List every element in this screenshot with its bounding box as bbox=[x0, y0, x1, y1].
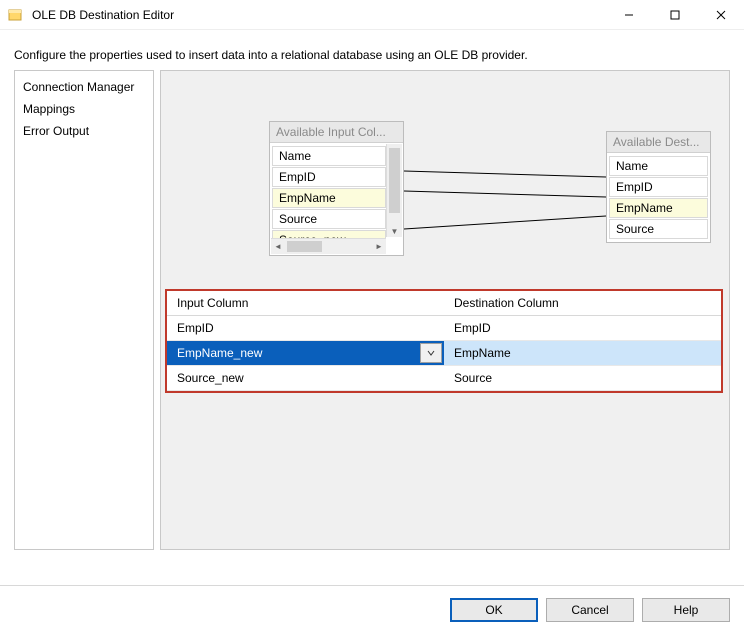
grid-cell-dest[interactable]: EmpName bbox=[444, 341, 721, 366]
nav-error-output[interactable]: Error Output bbox=[21, 121, 147, 141]
grid-cell-input-dropdown[interactable]: EmpName_new bbox=[167, 341, 444, 366]
nav-mappings[interactable]: Mappings bbox=[21, 99, 147, 119]
grid-header-input[interactable]: Input Column bbox=[167, 291, 444, 316]
scroll-down-icon[interactable]: ▼ bbox=[387, 224, 402, 238]
nav-connection-manager[interactable]: Connection Manager bbox=[21, 77, 147, 97]
grid-cell-value: EmpName_new bbox=[177, 346, 262, 360]
maximize-button[interactable] bbox=[652, 0, 698, 30]
input-col-item[interactable]: EmpName bbox=[272, 188, 386, 208]
input-vscrollbar[interactable]: ▲ ▼ bbox=[386, 144, 402, 237]
input-list-title: Available Input Col... bbox=[270, 122, 403, 143]
grid-cell-dest[interactable]: EmpID bbox=[444, 316, 721, 341]
grid-cell-dest[interactable]: Source bbox=[444, 366, 721, 391]
input-col-item[interactable]: EmpID bbox=[272, 167, 386, 187]
available-destination-columns[interactable]: Available Dest... Name EmpID EmpName Sou… bbox=[606, 131, 711, 243]
app-icon bbox=[8, 7, 24, 23]
chevron-down-icon[interactable] bbox=[420, 343, 442, 363]
grid-cell-input[interactable]: Source_new bbox=[167, 366, 444, 391]
scroll-right-icon[interactable]: ► bbox=[372, 242, 386, 251]
mapping-grid[interactable]: Input Column Destination Column EmpID Em… bbox=[167, 291, 721, 391]
grid-cell-input[interactable]: EmpID bbox=[167, 316, 444, 341]
dest-col-item[interactable]: EmpID bbox=[609, 177, 708, 197]
mapping-grid-highlight: Input Column Destination Column EmpID Em… bbox=[165, 289, 723, 393]
grid-row[interactable]: EmpID EmpID bbox=[167, 316, 721, 341]
input-col-item[interactable]: Name bbox=[272, 146, 386, 166]
main-panel: Available Input Col... Name EmpID EmpNam… bbox=[160, 70, 730, 550]
dest-col-item[interactable]: Source bbox=[609, 219, 708, 239]
nav-panel: Connection Manager Mappings Error Output bbox=[14, 70, 154, 550]
input-col-item[interactable]: Source bbox=[272, 209, 386, 229]
ok-button[interactable]: OK bbox=[450, 598, 538, 622]
minimize-button[interactable] bbox=[606, 0, 652, 30]
dest-list-title: Available Dest... bbox=[607, 132, 710, 153]
close-button[interactable] bbox=[698, 0, 744, 30]
scroll-thumb[interactable] bbox=[389, 148, 400, 213]
cancel-button[interactable]: Cancel bbox=[546, 598, 634, 622]
grid-row[interactable]: Source_new Source bbox=[167, 366, 721, 391]
grid-header-dest[interactable]: Destination Column bbox=[444, 291, 721, 316]
input-hscrollbar[interactable]: ◄ ► bbox=[271, 238, 386, 254]
dialog-subtitle: Configure the properties used to insert … bbox=[0, 30, 744, 70]
dialog-footer: OK Cancel Help bbox=[0, 585, 744, 633]
help-button[interactable]: Help bbox=[642, 598, 730, 622]
available-input-columns[interactable]: Available Input Col... Name EmpID EmpNam… bbox=[269, 121, 404, 256]
dest-col-item[interactable]: EmpName bbox=[609, 198, 708, 218]
mapping-diagram: Available Input Col... Name EmpID EmpNam… bbox=[161, 71, 729, 281]
scroll-thumb[interactable] bbox=[287, 241, 322, 252]
titlebar: OLE DB Destination Editor bbox=[0, 0, 744, 30]
window-title: OLE DB Destination Editor bbox=[32, 8, 606, 22]
scroll-left-icon[interactable]: ◄ bbox=[271, 242, 285, 251]
grid-row-selected[interactable]: EmpName_new EmpName bbox=[167, 341, 721, 366]
dest-col-item[interactable]: Name bbox=[609, 156, 708, 176]
